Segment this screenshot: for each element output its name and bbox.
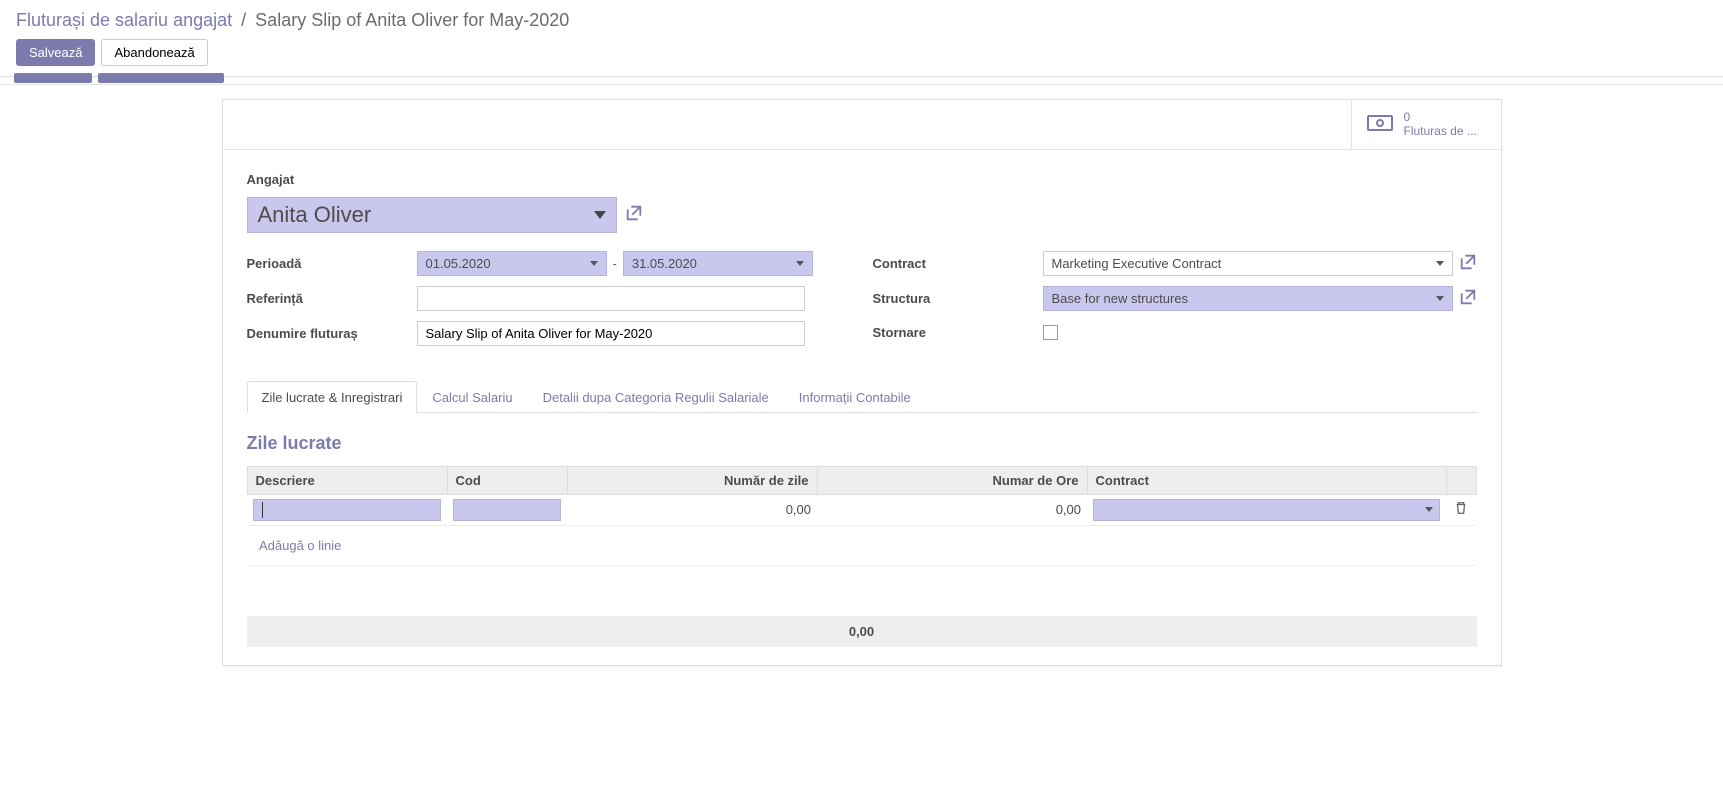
right-column: Contract Marketing Executive Contract St… — [873, 251, 1477, 356]
status-bar — [0, 77, 1723, 85]
col-days: Număr de zile — [567, 466, 817, 494]
chevron-down-icon — [590, 261, 598, 266]
chevron-down-icon — [796, 261, 804, 266]
slip-name-input[interactable] — [417, 321, 805, 346]
table-total: 0,00 — [247, 616, 1477, 647]
tab-salary-calc[interactable]: Calcul Salariu — [417, 381, 527, 413]
date-from-input[interactable]: 01.05.2020 — [417, 251, 607, 276]
breadcrumb: Fluturași de salariu angajat / Salary Sl… — [0, 0, 1723, 39]
row-contract-select[interactable] — [1093, 499, 1440, 521]
row-hours-value[interactable]: 0,00 — [817, 494, 1087, 525]
money-icon — [1366, 113, 1394, 136]
save-button[interactable]: Salvează — [16, 39, 95, 66]
slip-name-label: Denumire fluturaș — [247, 322, 417, 345]
external-link-icon[interactable] — [1459, 288, 1477, 309]
payslip-count-button[interactable]: 0 Fluturas de ... — [1351, 100, 1501, 149]
chevron-down-icon — [1436, 296, 1444, 301]
breadcrumb-parent-link[interactable]: Fluturași de salariu angajat — [16, 10, 232, 30]
tab-worked-days[interactable]: Zile lucrate & Inregistrari — [247, 381, 418, 413]
breadcrumb-separator: / — [241, 10, 246, 30]
col-delete — [1446, 466, 1476, 494]
discard-button[interactable]: Abandonează — [101, 39, 207, 66]
contract-select[interactable]: Marketing Executive Contract — [1043, 251, 1453, 276]
row-code-input[interactable] — [453, 499, 561, 521]
reference-input[interactable] — [417, 286, 805, 311]
stat-bar: 0 Fluturas de ... — [223, 100, 1501, 150]
tabs: Zile lucrate & Inregistrari Calcul Salar… — [247, 380, 1477, 413]
add-line-link[interactable]: Adăugă o linie — [253, 530, 1470, 561]
col-description: Descriere — [247, 466, 447, 494]
col-contract: Contract — [1087, 466, 1446, 494]
contract-label: Contract — [873, 252, 1043, 275]
row-description-input[interactable] — [253, 499, 441, 521]
reference-label: Referință — [247, 287, 417, 310]
reversal-checkbox[interactable] — [1043, 325, 1058, 340]
breadcrumb-current: Salary Slip of Anita Oliver for May-2020 — [255, 10, 569, 30]
employee-select[interactable]: Anita Oliver — [247, 197, 617, 233]
stat-text: 0 Fluturas de ... — [1404, 110, 1477, 139]
date-separator: - — [613, 256, 617, 271]
chevron-down-icon — [594, 211, 606, 219]
chevron-down-icon — [1425, 507, 1433, 512]
worked-days-table: Descriere Cod Număr de zile Numar de Ore… — [247, 466, 1477, 566]
external-link-icon[interactable] — [1459, 253, 1477, 274]
date-to-input[interactable]: 31.05.2020 — [623, 251, 813, 276]
trash-icon[interactable] — [1454, 503, 1468, 518]
col-code: Cod — [447, 466, 567, 494]
left-column: Perioadă 01.05.2020 - 31.05.2020 — [247, 251, 845, 356]
tab-details[interactable]: Detalii dupa Categoria Regulii Salariale — [528, 381, 784, 413]
reversal-label: Stornare — [873, 321, 1043, 344]
form-sheet: 0 Fluturas de ... Angajat Anita Oliver P… — [222, 99, 1502, 666]
table-row: 0,00 0,00 — [247, 494, 1476, 525]
worked-days-title: Zile lucrate — [247, 433, 1477, 454]
external-link-icon[interactable] — [625, 204, 643, 225]
period-label: Perioadă — [247, 252, 417, 275]
tab-accounting[interactable]: Informații Contabile — [784, 381, 926, 413]
structure-select[interactable]: Base for new structures — [1043, 286, 1453, 311]
col-hours: Numar de Ore — [817, 466, 1087, 494]
employee-label: Angajat — [247, 168, 1477, 191]
chevron-down-icon — [1436, 261, 1444, 266]
action-bar: Salvează Abandonează — [0, 39, 1723, 76]
structure-label: Structura — [873, 287, 1043, 310]
row-days-value[interactable]: 0,00 — [567, 494, 817, 525]
